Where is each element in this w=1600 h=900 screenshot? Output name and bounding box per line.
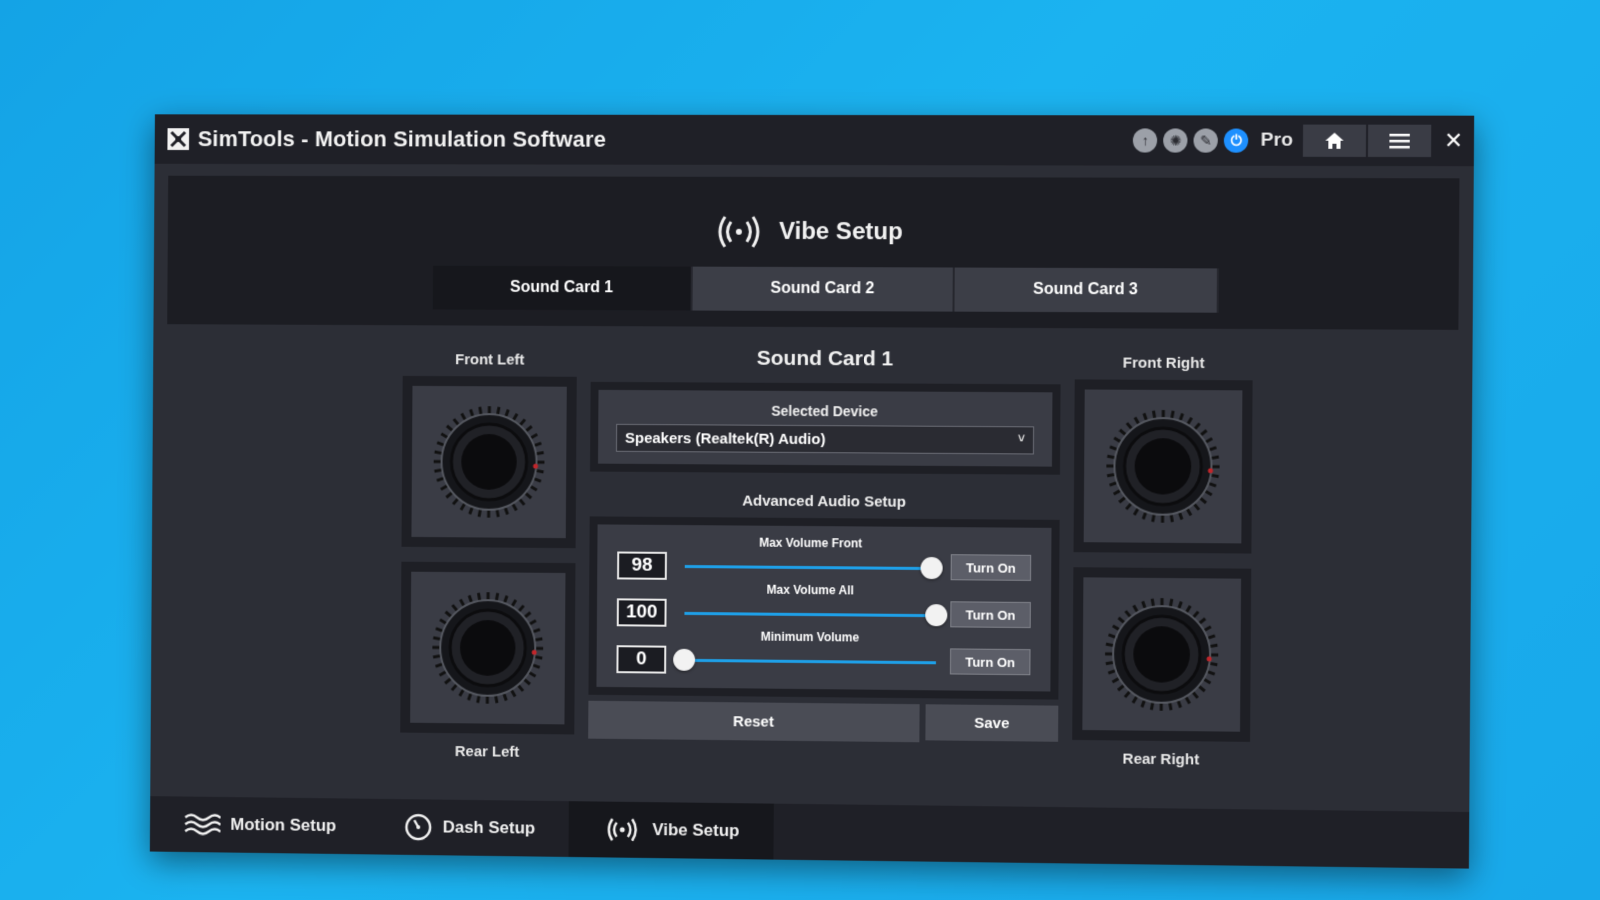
device-select-value: Speakers (Realtek(R) Audio) [624, 429, 826, 449]
nav-vibe-setup[interactable]: Vibe Setup [568, 801, 774, 860]
slider-row-minimum-volume: 0 Minimum Volume Turn On [616, 626, 1031, 677]
device-panel: Selected Device Speakers (Realtek(R) Aud… [590, 381, 1061, 475]
action-buttons: Reset Save [588, 700, 1059, 744]
advanced-audio-panel: 98 Max Volume Front Turn On 100 Max Volu… [588, 516, 1060, 700]
slider-thumb[interactable] [925, 604, 948, 627]
speaker-box[interactable] [1073, 379, 1253, 554]
nav-label: Dash Setup [442, 817, 536, 838]
slider-track[interactable] [684, 611, 937, 618]
title-bar: SimTools - Motion Simulation Software ↑ … [154, 114, 1475, 167]
device-select[interactable]: Speakers (Realtek(R) Audio) ˅ [615, 423, 1035, 455]
max-volume-all-value[interactable]: 100 [616, 598, 667, 627]
turn-on-button-all[interactable]: Turn On [950, 601, 1031, 629]
nav-label: Vibe Setup [652, 820, 740, 841]
home-icon [1325, 132, 1344, 149]
chevron-down-icon: ˅ [1017, 431, 1026, 446]
simtools-logo-icon [166, 127, 190, 151]
sound-card-panel: Sound Card 1 Selected Device Speakers (R… [588, 346, 1061, 744]
slider-track[interactable] [684, 658, 936, 665]
speaker-front-right: Front Right [1073, 354, 1253, 554]
reset-button[interactable]: Reset [588, 700, 920, 743]
vibration-icon [602, 816, 642, 844]
max-volume-all-slider[interactable]: Max Volume All [684, 580, 948, 629]
selected-device-label: Selected Device [771, 402, 878, 420]
edition-badge: Pro [1260, 129, 1293, 151]
sound-card-tabs: Sound Card 1 Sound Card 2 Sound Card 3 [432, 265, 1219, 313]
vibe-setup-title: Vibe Setup [778, 217, 903, 246]
turn-on-button-front[interactable]: Turn On [950, 554, 1032, 581]
save-button[interactable]: Save [925, 704, 1059, 742]
power-icon[interactable]: ⏻ [1224, 128, 1249, 153]
speaker-box[interactable] [1072, 567, 1252, 742]
speaker-icon [1102, 406, 1224, 527]
max-volume-front-value[interactable]: 98 [617, 551, 667, 580]
bottom-nav: Motion Setup Dash Setup Vibe Setup [149, 796, 1470, 869]
nav-motion-setup[interactable]: Motion Setup [150, 796, 370, 854]
tab-sound-card-1[interactable]: Sound Card 1 [432, 265, 693, 311]
slider-thumb[interactable] [673, 648, 696, 671]
slider-row-max-volume-front: 98 Max Volume Front Turn On [617, 533, 1032, 583]
gauge-icon [403, 812, 433, 842]
waves-icon [183, 811, 220, 837]
turn-on-button-minimum[interactable]: Turn On [949, 648, 1031, 676]
speaker-box[interactable] [401, 375, 577, 549]
speaker-icon [429, 402, 549, 522]
vibe-setup-heading: Vibe Setup [168, 211, 1459, 253]
nav-label: Motion Setup [230, 814, 337, 836]
slider-track[interactable] [684, 565, 937, 571]
nav-dash-setup[interactable]: Dash Setup [369, 799, 569, 857]
slider-thumb[interactable] [920, 556, 943, 580]
edit-icon[interactable]: ✎ [1193, 128, 1219, 153]
speaker-icon [1101, 594, 1223, 716]
vibe-header-panel: Vibe Setup Sound Card 1 Sound Card 2 Sou… [167, 175, 1460, 330]
app-window: SimTools - Motion Simulation Software ↑ … [149, 114, 1475, 869]
slider-label: Max Volume All [766, 582, 855, 598]
speaker-label: Rear Left [454, 743, 520, 761]
speaker-front-left: Front Left [401, 351, 577, 549]
slider-row-max-volume-all: 100 Max Volume All Turn On [616, 579, 1031, 630]
advanced-audio-label: Advanced Audio Setup [742, 492, 906, 511]
slider-label: Minimum Volume [760, 629, 860, 645]
slider-label: Max Volume Front [759, 535, 863, 551]
close-button[interactable]: ✕ [1433, 125, 1474, 157]
upload-icon[interactable]: ↑ [1133, 128, 1158, 153]
app-title: SimTools - Motion Simulation Software [197, 126, 607, 152]
tab-sound-card-2[interactable]: Sound Card 2 [692, 266, 955, 312]
speaker-rear-right: Rear Right [1072, 567, 1252, 769]
minimum-volume-value[interactable]: 0 [616, 645, 667, 674]
speaker-box[interactable] [400, 561, 576, 735]
hamburger-icon [1389, 133, 1410, 149]
menu-button[interactable] [1367, 124, 1432, 158]
settings-icon[interactable]: ✺ [1163, 128, 1188, 153]
max-volume-front-slider[interactable]: Max Volume Front [684, 533, 943, 582]
speaker-label: Rear Right [1122, 750, 1200, 769]
speaker-label: Front Right [1122, 354, 1205, 373]
vibration-icon [719, 216, 761, 248]
home-button[interactable] [1302, 124, 1367, 157]
tab-sound-card-3[interactable]: Sound Card 3 [954, 267, 1219, 313]
minimum-volume-slider[interactable]: Minimum Volume [673, 627, 936, 676]
speaker-icon [428, 588, 548, 709]
close-icon: ✕ [1444, 127, 1464, 154]
sound-card-title: Sound Card 1 [756, 346, 894, 371]
speaker-label: Front Left [455, 351, 525, 369]
speaker-rear-left: Rear Left [400, 561, 576, 762]
